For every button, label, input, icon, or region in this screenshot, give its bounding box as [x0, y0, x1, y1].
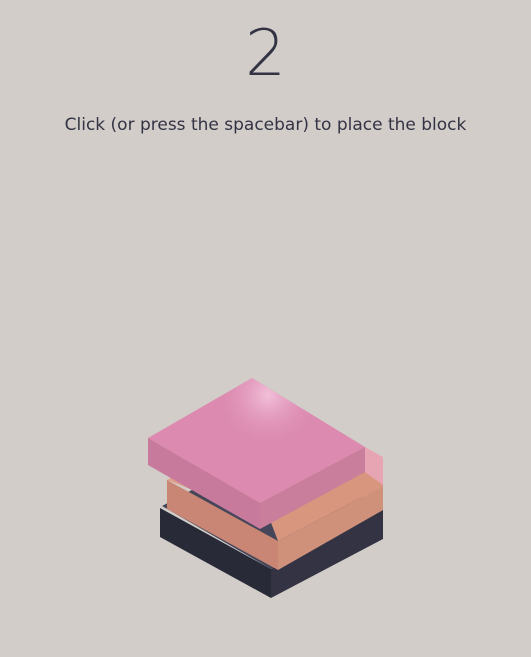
- game-canvas[interactable]: [0, 0, 531, 657]
